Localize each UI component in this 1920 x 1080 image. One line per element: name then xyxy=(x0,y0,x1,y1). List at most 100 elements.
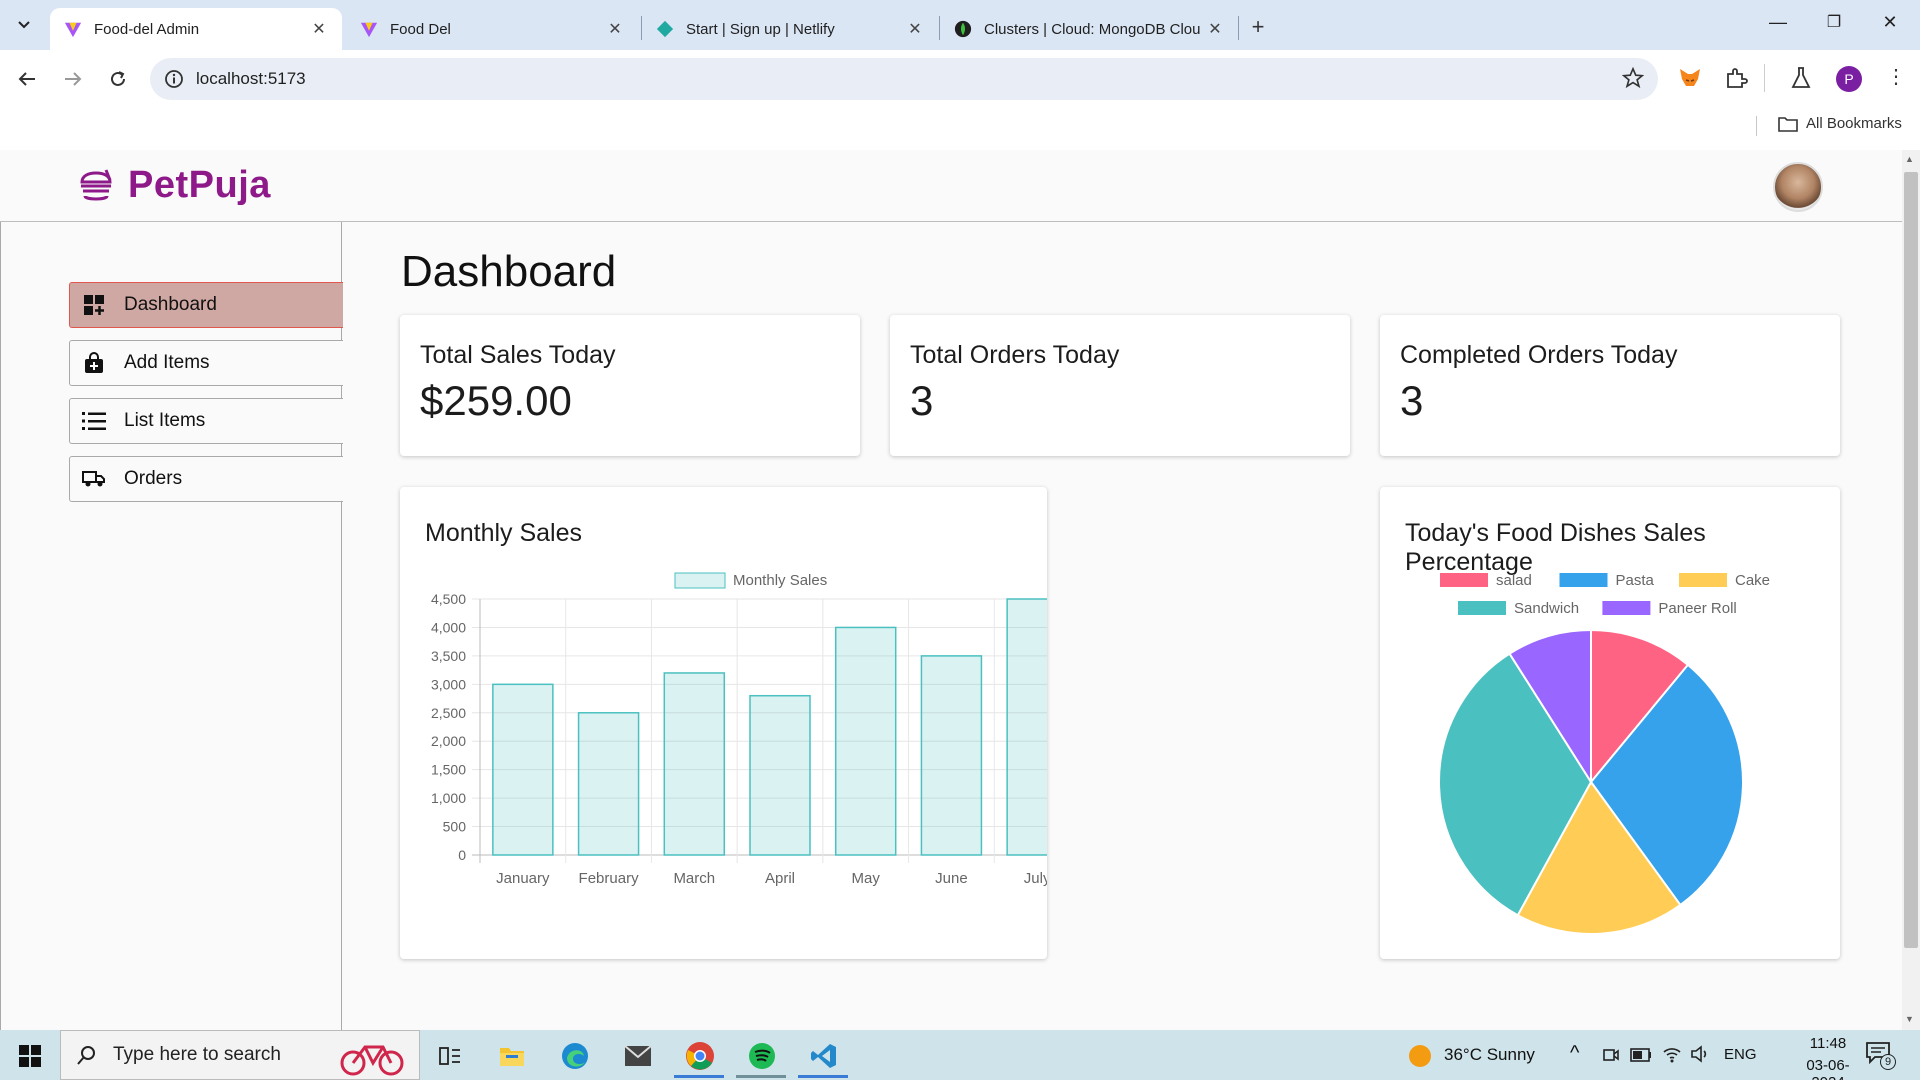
chrome-icon[interactable] xyxy=(682,1038,718,1074)
legend-label: Monthly Sales xyxy=(733,572,827,589)
clock-date[interactable]: 03-06-2024 xyxy=(1790,1057,1866,1080)
monthly-sales-bar-chart: Monthly Sales 0 500 1,000 1,500 2,000 2,500 3,0… xyxy=(431,572,1047,887)
scroll-down-arrow[interactable]: ▼ xyxy=(1905,1014,1914,1024)
restore-button[interactable]: ❐ xyxy=(1811,12,1857,32)
clock-time[interactable]: 11:48 xyxy=(1790,1035,1866,1052)
notifications-button[interactable]: 9 xyxy=(1866,1042,1900,1070)
browser-menu-icon[interactable]: ⋮ xyxy=(1886,64,1906,89)
x-tick-label: March xyxy=(673,870,715,887)
close-tab-icon[interactable]: ✕ xyxy=(606,19,624,39)
tab-mongodb[interactable]: Clusters | Cloud: MongoDB Clou ✕ xyxy=(940,8,1238,50)
brand-name: PetPuja xyxy=(128,164,271,206)
chrome-active-indicator xyxy=(674,1075,724,1078)
stat-value: 3 xyxy=(910,377,934,424)
admin-page: PetPuja Dashboard Add Items List Items O… xyxy=(0,150,1902,1030)
legend-label: Cake xyxy=(1735,572,1770,589)
tab-title: Clusters | Cloud: MongoDB Clou xyxy=(984,20,1201,38)
vscode-icon[interactable] xyxy=(806,1038,842,1074)
tab-food-del-admin[interactable]: Food-del Admin ✕ xyxy=(50,8,342,50)
admin-avatar[interactable] xyxy=(1773,162,1823,212)
tab-netlify[interactable]: Start | Sign up | Netlify ✕ xyxy=(642,8,938,50)
vite-icon xyxy=(64,22,82,38)
stat-card-completed-orders: Completed Orders Today 3 xyxy=(1380,315,1840,456)
y-tick-label: 0 xyxy=(458,847,466,863)
bar xyxy=(920,655,983,856)
chevron-down-icon xyxy=(18,21,30,29)
search-placeholder: Type here to search xyxy=(113,1044,281,1065)
volume-icon[interactable] xyxy=(1690,1044,1710,1064)
legend-swatch xyxy=(1440,573,1488,587)
legend-swatch xyxy=(1679,573,1727,587)
weather-text[interactable]: 36°C Sunny xyxy=(1444,1045,1535,1065)
tab-title: Food-del Admin xyxy=(94,20,200,38)
legend-label: salad xyxy=(1496,572,1532,589)
reload-button[interactable] xyxy=(103,64,133,94)
legend-swatch xyxy=(1458,601,1506,615)
legend-swatch xyxy=(1602,601,1651,615)
battery-icon[interactable] xyxy=(1630,1048,1652,1062)
vscode-active-indicator xyxy=(798,1075,848,1078)
close-tab-icon[interactable]: ✕ xyxy=(906,19,924,39)
legend-label: Paneer Roll xyxy=(1658,600,1736,617)
windows-start-icon[interactable] xyxy=(12,1038,48,1074)
metamask-fox-icon[interactable] xyxy=(1678,66,1702,90)
tab-food-del[interactable]: Food Del ✕ xyxy=(346,8,638,50)
dish-sales-pie-chart: salad Pasta Cake Sandwich Paneer Roll xyxy=(1437,572,1770,935)
bar xyxy=(492,683,554,856)
monthly-sales-card: Monthly Sales Monthly Sales 0 500 1,000 1,50… xyxy=(400,487,1047,959)
x-tick-label: July xyxy=(1024,870,1047,887)
meet-camera-icon[interactable] xyxy=(1602,1046,1620,1064)
tab-separator xyxy=(1238,16,1239,40)
forward-button[interactable] xyxy=(58,64,88,94)
bicycle-icon xyxy=(340,1045,404,1076)
back-button[interactable] xyxy=(12,64,42,94)
sidebar-item-add-items[interactable]: Add Items xyxy=(69,340,343,386)
spotify-icon[interactable] xyxy=(744,1038,780,1074)
stat-label: Completed Orders Today xyxy=(1400,341,1678,369)
address-bar[interactable]: localhost:5173 xyxy=(150,58,1658,100)
bar xyxy=(663,672,726,856)
wifi-icon[interactable] xyxy=(1662,1044,1682,1064)
minimize-button[interactable]: — xyxy=(1755,12,1801,33)
labs-flask-icon[interactable] xyxy=(1790,66,1812,90)
stat-card-total-orders: Total Orders Today 3 xyxy=(890,315,1350,456)
close-tab-icon[interactable]: ✕ xyxy=(310,19,328,39)
mongodb-leaf-icon xyxy=(954,20,972,38)
bookmark-star-icon[interactable] xyxy=(1622,67,1644,89)
language-indicator[interactable]: ENG xyxy=(1724,1046,1757,1063)
site-info-icon[interactable] xyxy=(164,69,184,89)
sidebar-item-label: Orders xyxy=(124,468,183,489)
stat-label: Total Orders Today xyxy=(910,341,1120,369)
scrollbar-thumb[interactable] xyxy=(1904,172,1918,948)
tab-search-button[interactable] xyxy=(10,12,38,38)
sidebar-item-label: Add Items xyxy=(124,352,210,373)
food-delivery-logo-icon xyxy=(80,168,112,200)
file-explorer-icon[interactable] xyxy=(494,1038,530,1074)
delivery-truck-icon xyxy=(82,467,106,491)
scroll-up-arrow[interactable]: ▲ xyxy=(1905,154,1914,164)
weather-sun-icon[interactable] xyxy=(1402,1038,1438,1074)
reload-icon xyxy=(111,71,125,86)
all-bookmarks-label: All Bookmarks xyxy=(1806,115,1902,132)
close-window-button[interactable]: ✕ xyxy=(1867,12,1913,33)
sidebar-item-list-items[interactable]: List Items xyxy=(69,398,343,444)
bar xyxy=(1006,598,1047,856)
show-hidden-icons-chevron-icon[interactable]: ^ xyxy=(1570,1042,1579,1065)
brand-logo[interactable]: PetPuja xyxy=(76,164,271,207)
x-tick-label: June xyxy=(935,870,968,887)
profile-avatar[interactable]: P xyxy=(1836,66,1862,92)
extensions-puzzle-icon[interactable] xyxy=(1724,66,1748,90)
y-tick-label: 500 xyxy=(443,819,467,835)
netlify-icon xyxy=(656,20,674,38)
taskbar-search-box[interactable]: Type here to search xyxy=(60,1030,420,1080)
x-tick-label: April xyxy=(765,870,795,887)
all-bookmarks-button[interactable]: All Bookmarks xyxy=(1778,115,1902,132)
edge-browser-icon[interactable] xyxy=(557,1038,593,1074)
mail-icon[interactable] xyxy=(620,1038,656,1074)
x-tick-label: February xyxy=(579,870,640,887)
sidebar-item-dashboard[interactable]: Dashboard xyxy=(69,282,343,328)
close-tab-icon[interactable]: ✕ xyxy=(1206,19,1224,39)
new-tab-button[interactable]: + xyxy=(1246,14,1270,40)
task-view-icon[interactable] xyxy=(432,1038,468,1074)
sidebar-item-orders[interactable]: Orders xyxy=(69,456,343,502)
